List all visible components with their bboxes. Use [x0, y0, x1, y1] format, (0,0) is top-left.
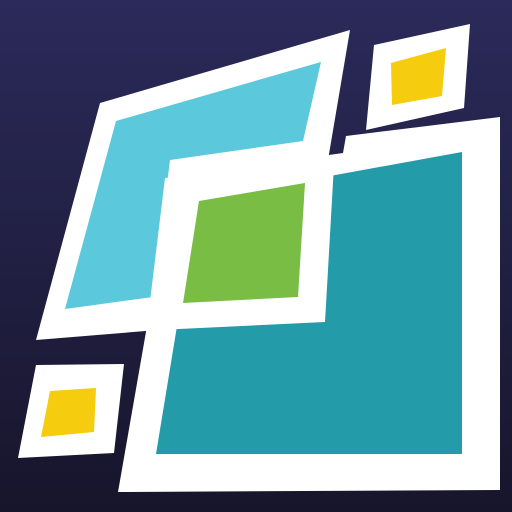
logo-graphic [0, 0, 512, 512]
app-icon [0, 0, 512, 512]
green-tile [158, 165, 334, 330]
yellow-tile-bottom-left [18, 364, 124, 458]
